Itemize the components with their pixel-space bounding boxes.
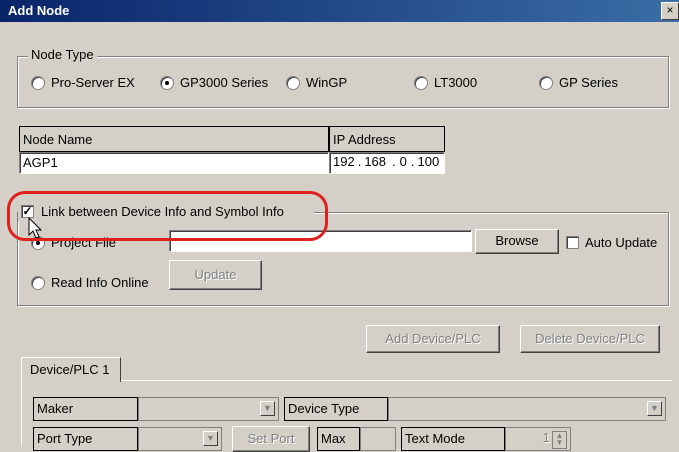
radio-gp-series[interactable] (539, 76, 553, 90)
ip-dot: . (357, 154, 362, 169)
set-port-button[interactable]: Set Port (232, 426, 310, 452)
delete-device-plc-button[interactable]: Delete Device/PLC (520, 325, 660, 353)
text-mode-label: Text Mode (401, 427, 505, 451)
update-button[interactable]: Update (169, 260, 262, 290)
max-field[interactable] (360, 427, 396, 451)
radio-gp3000-series[interactable] (160, 76, 174, 90)
radio-pro-server-ex[interactable] (31, 76, 45, 90)
auto-update-checkbox[interactable] (566, 236, 579, 249)
radio-lt3000[interactable] (414, 76, 428, 90)
add-device-plc-button[interactable]: Add Device/PLC (366, 325, 500, 353)
radio-lt3000-label: LT3000 (434, 75, 478, 90)
device-type-select[interactable]: ▼ (388, 397, 666, 421)
node-name-input[interactable]: AGP1 (19, 152, 329, 174)
ip-octet-3: 0 (399, 154, 407, 169)
node-type-legend: Node Type (28, 47, 97, 62)
port-type-select[interactable]: ▼ (138, 427, 222, 451)
browse-button[interactable]: Browse (475, 229, 559, 254)
node-name-header: Node Name (19, 126, 329, 152)
spinner-arrows-icon[interactable]: ▲ ▼ (552, 431, 567, 449)
text-mode-value: 1 (542, 430, 550, 445)
max-label: Max (317, 427, 360, 451)
ip-address-input[interactable]: 192. 168. 0. 100 (329, 152, 445, 174)
chevron-down-icon[interactable]: ▼ (647, 401, 662, 416)
ip-octet-1: 192 (333, 154, 355, 169)
ip-address-header: IP Address (329, 126, 445, 152)
auto-update-label: Auto Update (585, 235, 658, 250)
read-info-online-label: Read Info Online (51, 275, 149, 290)
device-type-label: Device Type (284, 397, 388, 421)
radio-read-info-online[interactable] (31, 276, 45, 290)
close-icon[interactable]: × (661, 2, 679, 20)
ip-dot: . (392, 154, 396, 169)
highlight-annotation (7, 191, 328, 241)
chevron-down-icon[interactable]: ▼ (260, 401, 275, 416)
ip-octet-2: 168 (364, 154, 387, 169)
radio-pro-server-ex-label: Pro-Server EX (51, 75, 135, 90)
ip-octet-4: 100 (417, 154, 440, 169)
text-mode-spinner[interactable]: 1 ▲ ▼ (505, 427, 571, 451)
window-title: Add Node (8, 3, 70, 18)
title-bar: Add Node × (0, 0, 679, 22)
tab-device-plc-1[interactable]: Device/PLC 1 (21, 357, 121, 382)
radio-gp-series-label: GP Series (559, 75, 619, 90)
radio-wingp-label: WinGP (306, 75, 348, 90)
maker-select[interactable]: ▼ (138, 397, 279, 421)
radio-wingp[interactable] (286, 76, 300, 90)
radio-gp3000-series-label: GP3000 Series (180, 75, 269, 90)
port-type-label: Port Type (33, 427, 138, 451)
ip-dot: . (410, 154, 415, 169)
maker-label: Maker (33, 397, 138, 421)
